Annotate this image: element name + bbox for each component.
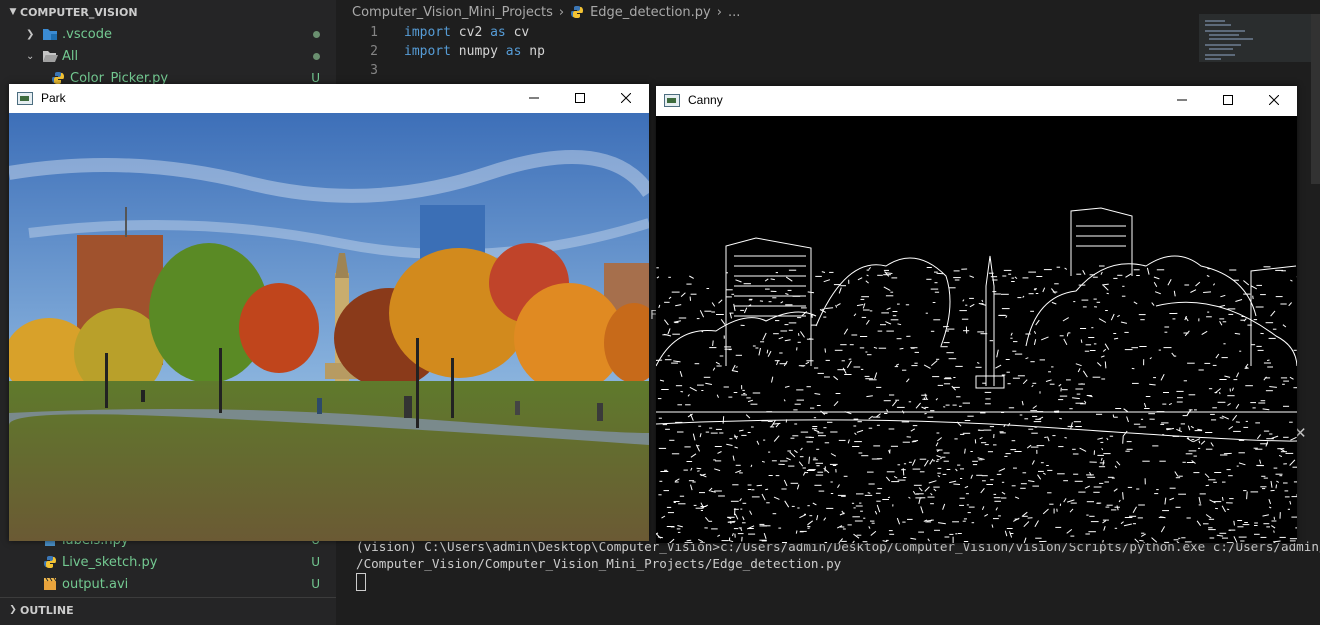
python-file-icon [570, 5, 584, 20]
chevron-down-icon: ⌄ [26, 50, 35, 62]
folder-vscode-icon [42, 26, 58, 42]
minimap[interactable] [1199, 14, 1311, 62]
window-title: Canny [688, 93, 723, 107]
identifier: np [521, 44, 545, 59]
breadcrumb-file[interactable]: Edge_detection.py [590, 5, 711, 20]
tree-item-all[interactable]: ⌄ All [0, 45, 336, 67]
chevron-down-icon: ▼ [9, 7, 17, 17]
code-line[interactable]: 3 [336, 61, 378, 80]
park-image [9, 113, 649, 541]
app-icon [664, 93, 680, 107]
git-status-badge: U [311, 577, 320, 591]
editor-scrollbar[interactable] [1311, 14, 1320, 184]
keyword: import [404, 44, 451, 59]
line-number: 1 [370, 25, 378, 40]
breadcrumb-folder[interactable]: Computer_Vision_Mini_Projects [352, 5, 553, 20]
keyword: as [505, 44, 522, 59]
status-dot [313, 27, 320, 41]
tree-item-label: output.avi [62, 576, 129, 592]
identifier: cv2 [450, 25, 491, 40]
window-titlebar[interactable]: Park [9, 84, 649, 112]
explorer-root-label: COMPUTER_VISION [20, 5, 138, 19]
tree-item-label: .vscode [62, 26, 112, 42]
keyword: import [404, 25, 451, 40]
terminal-cursor[interactable] [356, 573, 366, 591]
line-number: 2 [370, 44, 378, 59]
explorer-root-header[interactable]: ▼ COMPUTER_VISION [0, 0, 336, 24]
minimize-button[interactable] [1159, 86, 1205, 114]
python-file-icon [42, 554, 58, 570]
tree-item-output-avi[interactable]: output.avi U [0, 573, 336, 595]
code-line[interactable]: 2 import numpy as np [336, 42, 545, 61]
canny-edge-image [656, 116, 1297, 543]
outline-label: OUTLINE [20, 603, 74, 617]
code-line[interactable]: 1 import cv2 as cv [336, 23, 529, 42]
code-text: import numpy as np [404, 44, 545, 59]
breadcrumb-more[interactable]: ... [728, 5, 740, 20]
tree-item-label: Live_sketch.py [62, 554, 158, 570]
window-title: Park [41, 91, 66, 105]
app-icon [17, 91, 33, 105]
identifier: numpy [450, 44, 506, 59]
tree-item-vscode[interactable]: ❯ .vscode [0, 23, 336, 45]
chevron-right-icon: ❯ [9, 605, 17, 615]
status-dot [313, 49, 320, 63]
identifier: cv [505, 25, 530, 40]
folder-open-icon [42, 48, 58, 64]
git-status-badge: U [311, 71, 320, 85]
line-number: 3 [370, 63, 378, 78]
terminal-line: /Computer_Vision/Computer_Vision_Mini_Pr… [356, 556, 842, 571]
park-window[interactable]: Park [9, 84, 649, 541]
tree-item-label: All [62, 48, 79, 64]
video-file-icon [42, 576, 58, 592]
close-button[interactable] [603, 84, 649, 112]
maximize-button[interactable] [557, 84, 603, 112]
minimize-button[interactable] [511, 84, 557, 112]
chevron-right-icon: › [716, 4, 722, 20]
breadcrumb: Computer_Vision_Mini_Projects › Edge_det… [352, 0, 740, 24]
chevron-right-icon: › [558, 4, 565, 20]
code-text: import cv2 as cv [404, 25, 529, 40]
canny-window[interactable]: Canny [656, 86, 1297, 543]
tree-item-live-sketch[interactable]: Live_sketch.py U [0, 551, 336, 573]
close-button[interactable] [1251, 86, 1297, 114]
maximize-button[interactable] [1205, 86, 1251, 114]
chevron-right-icon: ❯ [26, 28, 35, 40]
window-titlebar[interactable]: Canny [656, 86, 1297, 114]
outline-section-header[interactable]: ❯ OUTLINE [0, 597, 336, 622]
keyword: as [490, 25, 506, 40]
git-status-badge: U [311, 555, 320, 569]
